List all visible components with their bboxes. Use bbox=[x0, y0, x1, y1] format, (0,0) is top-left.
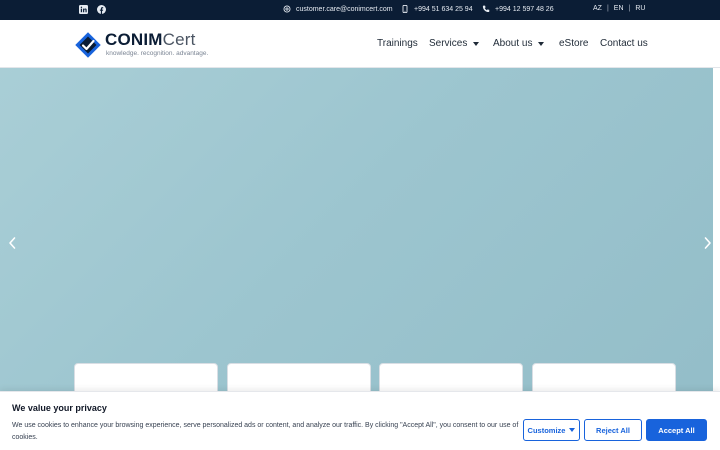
customize-button[interactable]: Customize bbox=[523, 419, 580, 441]
chevron-down-icon bbox=[569, 428, 576, 432]
chevron-down-icon bbox=[473, 41, 480, 46]
email-text: customer.care@conimcert.com bbox=[296, 5, 393, 13]
logo-mark-icon bbox=[75, 32, 101, 58]
nav-label: About us bbox=[493, 38, 533, 49]
landline-phone-text: +994 12 597 48 26 bbox=[495, 5, 554, 13]
customize-label: Customize bbox=[527, 425, 566, 435]
mobile-phone-link[interactable]: +994 51 634 25 94 bbox=[401, 5, 473, 13]
nav-item-services[interactable]: Services bbox=[429, 38, 480, 49]
nav-label: Trainings bbox=[377, 38, 418, 49]
nav-item-about-us[interactable]: About us bbox=[493, 38, 545, 49]
lang-en[interactable]: EN bbox=[614, 5, 624, 12]
at-icon bbox=[283, 5, 291, 13]
logo-text: CONIMCert bbox=[105, 30, 196, 50]
top-bar: customer.care@conimcert.com +994 51 634 … bbox=[0, 0, 720, 20]
chevron-down-icon bbox=[538, 41, 545, 46]
phone-icon bbox=[482, 5, 490, 13]
email-link[interactable]: customer.care@conimcert.com bbox=[283, 5, 393, 13]
logo-name-bold: CONIM bbox=[105, 30, 163, 49]
lang-separator: | bbox=[628, 5, 631, 12]
cookie-description: We use cookies to enhance your browsing … bbox=[12, 422, 519, 441]
linkedin-icon[interactable] bbox=[79, 5, 88, 14]
social-links bbox=[79, 5, 106, 14]
nav-label: Contact us bbox=[600, 38, 648, 49]
mobile-icon bbox=[402, 5, 408, 13]
landline-phone-link[interactable]: +994 12 597 48 26 bbox=[482, 5, 554, 13]
chevron-right-icon[interactable] bbox=[703, 236, 713, 250]
site-logo[interactable]: CONIMCert knowledge. recognition. advant… bbox=[75, 29, 220, 61]
reject-label: Reject All bbox=[596, 425, 630, 435]
logo-tagline: knowledge. recognition. advantage. bbox=[106, 50, 209, 57]
reject-all-button[interactable]: Reject All bbox=[584, 419, 642, 441]
facebook-icon[interactable] bbox=[97, 5, 106, 14]
nav-label: Services bbox=[429, 38, 468, 49]
accept-label: Accept All bbox=[658, 425, 695, 435]
language-switcher: AZ | EN | RU bbox=[593, 5, 645, 12]
site-header: CONIMCert knowledge. recognition. advant… bbox=[0, 20, 720, 68]
nav-item-estore[interactable]: eStore bbox=[559, 38, 588, 49]
nav-label: eStore bbox=[559, 38, 589, 49]
cookie-title: We value your privacy bbox=[12, 403, 107, 413]
cookie-consent-banner: We value your privacy We use cookies to … bbox=[0, 391, 720, 450]
lang-ru[interactable]: RU bbox=[635, 5, 645, 12]
mobile-phone-text: +994 51 634 25 94 bbox=[414, 5, 473, 13]
lang-separator: | bbox=[606, 5, 609, 12]
nav-item-trainings[interactable]: Trainings bbox=[377, 38, 418, 49]
logo-name-light: Cert bbox=[162, 30, 196, 49]
accept-all-button[interactable]: Accept All bbox=[646, 419, 707, 441]
lang-az[interactable]: AZ bbox=[593, 5, 602, 12]
chevron-left-icon[interactable] bbox=[7, 236, 17, 250]
nav-item-contact-us[interactable]: Contact us bbox=[600, 38, 648, 49]
